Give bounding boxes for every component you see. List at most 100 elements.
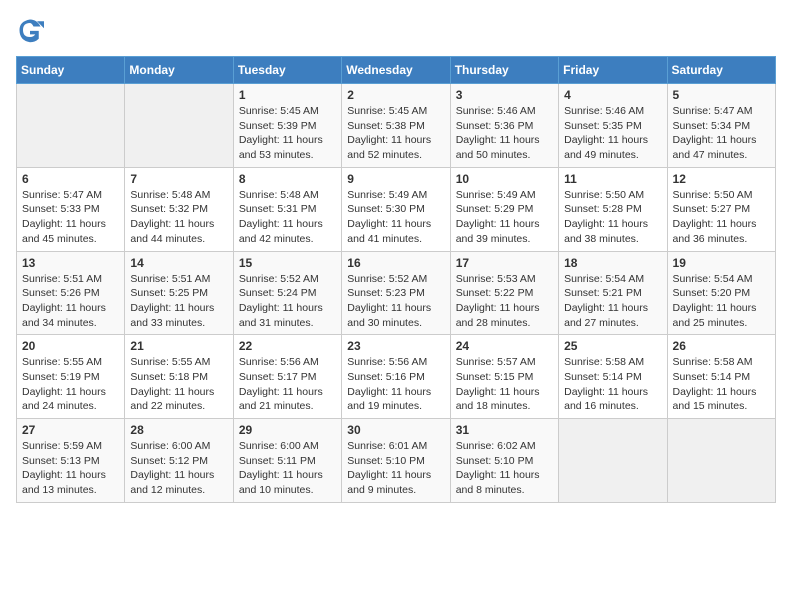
header-row: SundayMondayTuesdayWednesdayThursdayFrid… [17, 57, 776, 84]
calendar-cell: 5Sunrise: 5:47 AMSunset: 5:34 PMDaylight… [667, 84, 775, 168]
day-info: Sunrise: 5:48 AMSunset: 5:31 PMDaylight:… [239, 188, 336, 247]
calendar-cell: 21 Sunrise: 5:55 AMSunset: 5:18 PMDayligh… [125, 335, 233, 419]
day-info: Sunrise: 5:55 AMSunset: 5:18 PMDaylight:… [130, 355, 227, 414]
day-info: Sunrise: 5:54 AMSunset: 5:21 PMDaylight:… [564, 272, 661, 331]
calendar-cell: 31Sunrise: 6:02 AMSunset: 5:10 PMDayligh… [450, 419, 558, 503]
day-info: Sunrise: 5:52 AMSunset: 5:23 PMDaylight:… [347, 272, 444, 331]
day-info: Sunrise: 6:01 AMSunset: 5:10 PMDaylight:… [347, 439, 444, 498]
day-number: 4 [564, 88, 661, 102]
calendar-cell: 4 Sunrise: 5:46 AMSunset: 5:35 PMDaylight… [559, 84, 667, 168]
day-info: Sunrise: 6:00 AMSunset: 5:11 PMDaylight:… [239, 439, 336, 498]
calendar-cell: 20 Sunrise: 5:55 AMSunset: 5:19 PMDayligh… [17, 335, 125, 419]
logo-icon [16, 16, 44, 44]
calendar-cell: 26 Sunrise: 5:58 AMSunset: 5:14 PMDayligh… [667, 335, 775, 419]
calendar-cell: 30Sunrise: 6:01 AMSunset: 5:10 PMDayligh… [342, 419, 450, 503]
week-row-1: 1Sunrise: 5:45 AMSunset: 5:39 PMDaylight… [17, 84, 776, 168]
day-number: 21 [130, 339, 227, 353]
day-info: Sunrise: 5:49 AMSunset: 5:30 PMDaylight:… [347, 188, 444, 247]
calendar-cell: 2Sunrise: 5:45 AMSunset: 5:38 PMDaylight… [342, 84, 450, 168]
calendar-cell [559, 419, 667, 503]
day-info: Sunrise: 5:55 AMSunset: 5:19 PMDaylight:… [22, 355, 119, 414]
week-row-4: 20 Sunrise: 5:55 AMSunset: 5:19 PMDayligh… [17, 335, 776, 419]
calendar-cell: 22 Sunrise: 5:56 AMSunset: 5:17 PMDayligh… [233, 335, 341, 419]
page-header [16, 16, 776, 44]
calendar-cell: 17Sunrise: 5:53 AMSunset: 5:22 PMDayligh… [450, 251, 558, 335]
col-header-thursday: Thursday [450, 57, 558, 84]
calendar-cell: 24 Sunrise: 5:57 AMSunset: 5:15 PMDayligh… [450, 335, 558, 419]
calendar-cell: 15Sunrise: 5:52 AMSunset: 5:24 PMDayligh… [233, 251, 341, 335]
day-number: 11 [564, 172, 661, 186]
day-info: Sunrise: 5:56 AMSunset: 5:16 PMDaylight:… [347, 355, 444, 414]
day-number: 6 [22, 172, 119, 186]
day-info: Sunrise: 5:46 AMSunset: 5:36 PMDaylight:… [456, 104, 553, 163]
calendar-cell: 23 Sunrise: 5:56 AMSunset: 5:16 PMDayligh… [342, 335, 450, 419]
day-info: Sunrise: 5:51 AMSunset: 5:26 PMDaylight:… [22, 272, 119, 331]
day-number: 13 [22, 256, 119, 270]
day-info: Sunrise: 6:02 AMSunset: 5:10 PMDaylight:… [456, 439, 553, 498]
day-number: 14 [130, 256, 227, 270]
day-number: 28 [130, 423, 227, 437]
calendar-cell: 14Sunrise: 5:51 AMSunset: 5:25 PMDayligh… [125, 251, 233, 335]
day-number: 9 [347, 172, 444, 186]
day-info: Sunrise: 5:58 AMSunset: 5:14 PMDaylight:… [673, 355, 770, 414]
calendar-cell: 13 Sunrise: 5:51 AMSunset: 5:26 PMDayligh… [17, 251, 125, 335]
col-header-monday: Monday [125, 57, 233, 84]
calendar-cell: 10 Sunrise: 5:49 AMSunset: 5:29 PMDayligh… [450, 167, 558, 251]
week-row-3: 13 Sunrise: 5:51 AMSunset: 5:26 PMDayligh… [17, 251, 776, 335]
day-number: 8 [239, 172, 336, 186]
calendar-cell: 12 Sunrise: 5:50 AMSunset: 5:27 PMDayligh… [667, 167, 775, 251]
col-header-saturday: Saturday [667, 57, 775, 84]
day-info: Sunrise: 5:58 AMSunset: 5:14 PMDaylight:… [564, 355, 661, 414]
day-number: 7 [130, 172, 227, 186]
day-number: 26 [673, 339, 770, 353]
calendar-cell: 19 Sunrise: 5:54 AMSunset: 5:20 PMDayligh… [667, 251, 775, 335]
day-number: 19 [673, 256, 770, 270]
day-info: Sunrise: 5:45 AMSunset: 5:39 PMDaylight:… [239, 104, 336, 163]
col-header-tuesday: Tuesday [233, 57, 341, 84]
calendar-cell: 11 Sunrise: 5:50 AMSunset: 5:28 PMDayligh… [559, 167, 667, 251]
calendar-cell: 18 Sunrise: 5:54 AMSunset: 5:21 PMDayligh… [559, 251, 667, 335]
day-info: Sunrise: 5:50 AMSunset: 5:28 PMDaylight:… [564, 188, 661, 247]
day-info: Sunrise: 5:59 AMSunset: 5:13 PMDaylight:… [22, 439, 119, 498]
logo [16, 16, 48, 44]
col-header-wednesday: Wednesday [342, 57, 450, 84]
calendar-table: SundayMondayTuesdayWednesdayThursdayFrid… [16, 56, 776, 503]
calendar-cell [667, 419, 775, 503]
day-info: Sunrise: 5:56 AMSunset: 5:17 PMDaylight:… [239, 355, 336, 414]
calendar-cell: 9 Sunrise: 5:49 AMSunset: 5:30 PMDaylight… [342, 167, 450, 251]
calendar-cell: 16 Sunrise: 5:52 AMSunset: 5:23 PMDayligh… [342, 251, 450, 335]
day-info: Sunrise: 5:47 AMSunset: 5:34 PMDaylight:… [673, 104, 770, 163]
day-number: 18 [564, 256, 661, 270]
day-number: 27 [22, 423, 119, 437]
day-info: Sunrise: 5:45 AMSunset: 5:38 PMDaylight:… [347, 104, 444, 163]
day-number: 24 [456, 339, 553, 353]
calendar-cell: 28 Sunrise: 6:00 AMSunset: 5:12 PMDayligh… [125, 419, 233, 503]
day-number: 29 [239, 423, 336, 437]
day-number: 15 [239, 256, 336, 270]
day-info: Sunrise: 5:49 AMSunset: 5:29 PMDaylight:… [456, 188, 553, 247]
calendar-cell: 25 Sunrise: 5:58 AMSunset: 5:14 PMDayligh… [559, 335, 667, 419]
day-number: 22 [239, 339, 336, 353]
day-number: 10 [456, 172, 553, 186]
calendar-cell: 6 Sunrise: 5:47 AMSunset: 5:33 PMDaylight… [17, 167, 125, 251]
calendar-cell: 8 Sunrise: 5:48 AMSunset: 5:31 PMDaylight… [233, 167, 341, 251]
day-number: 12 [673, 172, 770, 186]
day-number: 20 [22, 339, 119, 353]
week-row-5: 27 Sunrise: 5:59 AMSunset: 5:13 PMDayligh… [17, 419, 776, 503]
day-info: Sunrise: 6:00 AMSunset: 5:12 PMDaylight:… [130, 439, 227, 498]
day-info: Sunrise: 5:47 AMSunset: 5:33 PMDaylight:… [22, 188, 119, 247]
day-number: 23 [347, 339, 444, 353]
day-info: Sunrise: 5:54 AMSunset: 5:20 PMDaylight:… [673, 272, 770, 331]
day-number: 25 [564, 339, 661, 353]
calendar-cell [17, 84, 125, 168]
week-row-2: 6 Sunrise: 5:47 AMSunset: 5:33 PMDaylight… [17, 167, 776, 251]
day-info: Sunrise: 5:50 AMSunset: 5:27 PMDaylight:… [673, 188, 770, 247]
day-info: Sunrise: 5:57 AMSunset: 5:15 PMDaylight:… [456, 355, 553, 414]
day-info: Sunrise: 5:53 AMSunset: 5:22 PMDaylight:… [456, 272, 553, 331]
calendar-cell: 3Sunrise: 5:46 AMSunset: 5:36 PMDaylight… [450, 84, 558, 168]
day-number: 16 [347, 256, 444, 270]
calendar-cell [125, 84, 233, 168]
col-header-friday: Friday [559, 57, 667, 84]
calendar-cell: 29 Sunrise: 6:00 AMSunset: 5:11 PMDayligh… [233, 419, 341, 503]
day-info: Sunrise: 5:46 AMSunset: 5:35 PMDaylight:… [564, 104, 661, 163]
